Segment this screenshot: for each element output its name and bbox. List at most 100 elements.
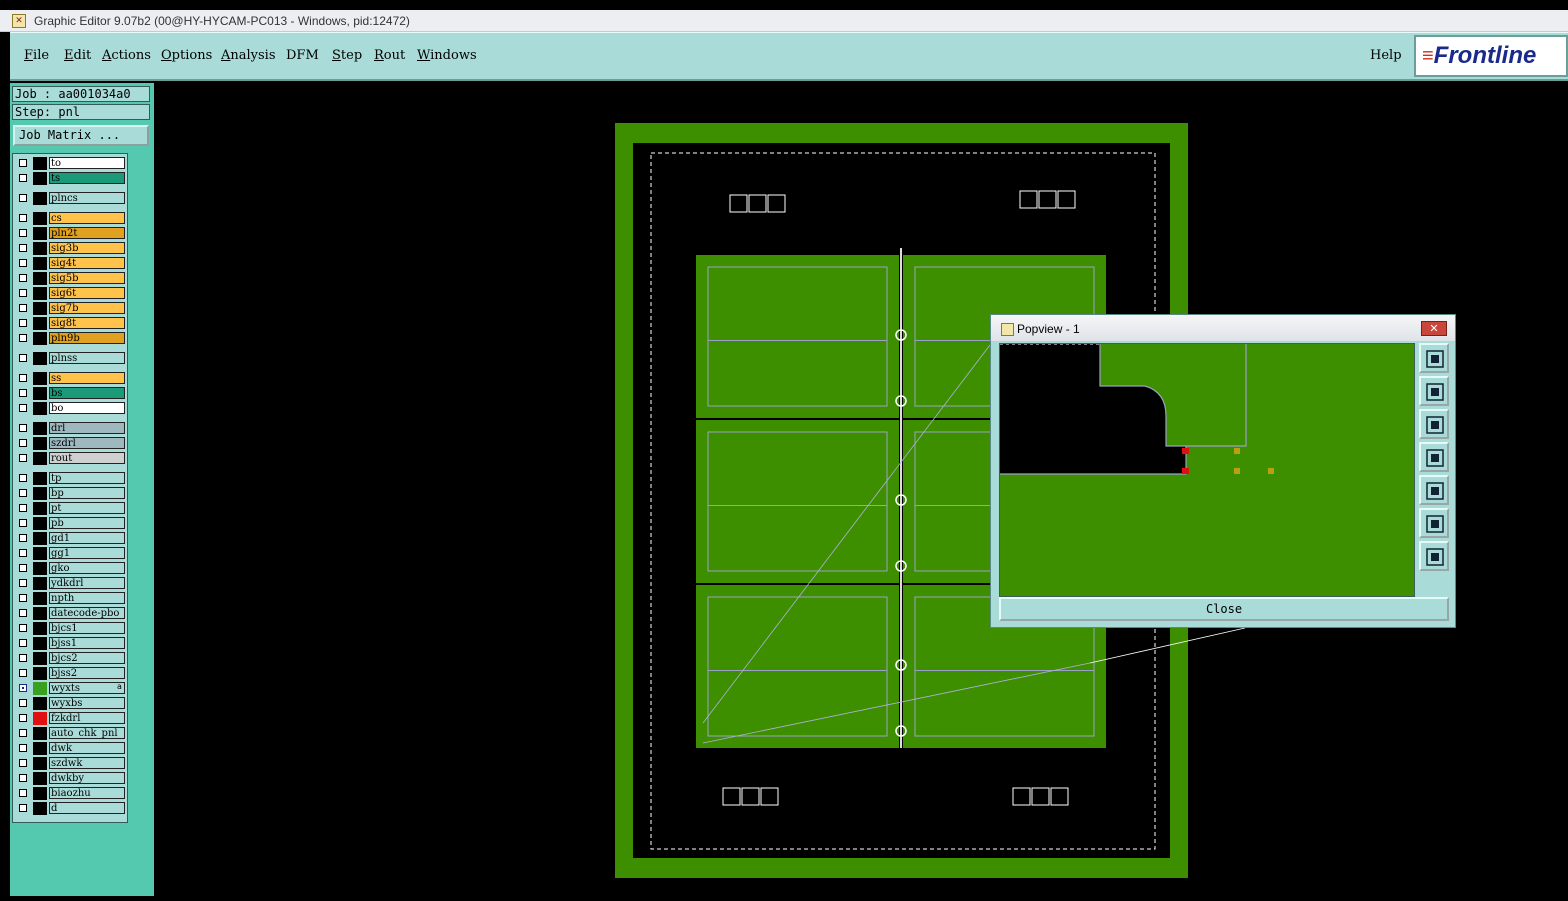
- layer-color-chip[interactable]: [33, 577, 47, 590]
- layer-color-chip[interactable]: [33, 502, 47, 515]
- layer-row-sig3b[interactable]: sig3b: [17, 242, 127, 255]
- menu-windows[interactable]: Windows: [417, 48, 477, 63]
- layer-name[interactable]: auto_chk_pnl: [49, 727, 125, 739]
- layer-name[interactable]: gko: [49, 562, 125, 574]
- move-right-icon[interactable]: [1419, 475, 1449, 505]
- layer-row-pb[interactable]: pb: [17, 517, 127, 530]
- layer-row-plnss[interactable]: plnss: [17, 352, 127, 365]
- layer-color-chip[interactable]: [33, 712, 47, 725]
- layer-name[interactable]: rout: [49, 452, 125, 464]
- layer-checkbox[interactable]: [19, 609, 27, 617]
- layer-color-chip[interactable]: [33, 652, 47, 665]
- layer-color-chip[interactable]: [33, 227, 47, 240]
- layer-row-pln9b[interactable]: pln9b: [17, 332, 127, 345]
- menu-options[interactable]: Options: [161, 48, 212, 63]
- layer-checkbox[interactable]: [19, 259, 27, 267]
- layer-checkbox[interactable]: [19, 474, 27, 482]
- layer-checkbox[interactable]: [19, 759, 27, 767]
- layer-name[interactable]: szdrl: [49, 437, 125, 449]
- layer-row-bp[interactable]: bp: [17, 487, 127, 500]
- layer-row-sig4t[interactable]: sig4t: [17, 257, 127, 270]
- layer-color-chip[interactable]: [33, 317, 47, 330]
- zoom-fit-icon[interactable]: [1419, 343, 1449, 373]
- layer-checkbox[interactable]: [19, 159, 27, 167]
- layer-row-szdwk[interactable]: szdwk: [17, 757, 127, 770]
- close-icon[interactable]: ✕: [1421, 321, 1447, 336]
- layer-name[interactable]: sig4t: [49, 257, 125, 269]
- layer-row-bo[interactable]: bo: [17, 402, 127, 415]
- layer-checkbox[interactable]: [19, 564, 27, 572]
- layer-name[interactable]: bo: [49, 402, 125, 414]
- layer-color-chip[interactable]: [33, 697, 47, 710]
- layer-color-chip[interactable]: [33, 547, 47, 560]
- layer-checkbox[interactable]: [19, 774, 27, 782]
- layer-color-chip[interactable]: [33, 157, 47, 170]
- layer-name[interactable]: sig5b: [49, 272, 125, 284]
- layer-color-chip[interactable]: [33, 802, 47, 815]
- layer-row-gd1[interactable]: gd1: [17, 532, 127, 545]
- layer-row-fzkdrl[interactable]: fzkdrl: [17, 712, 127, 725]
- layer-checkbox[interactable]: [19, 194, 27, 202]
- layer-row-tp[interactable]: tp: [17, 472, 127, 485]
- layer-name[interactable]: ts: [49, 172, 125, 184]
- layer-color-chip[interactable]: [33, 562, 47, 575]
- layer-name[interactable]: sig8t: [49, 317, 125, 329]
- layer-color-chip[interactable]: [33, 592, 47, 605]
- layer-checkbox[interactable]: [19, 404, 27, 412]
- move-left-icon[interactable]: [1419, 442, 1449, 472]
- layer-checkbox[interactable]: [19, 424, 27, 432]
- layer-name[interactable]: plnss: [49, 352, 125, 364]
- layer-row-bjcs2[interactable]: bjcs2: [17, 652, 127, 665]
- layer-color-chip[interactable]: [33, 742, 47, 755]
- layer-checkbox[interactable]: [19, 729, 27, 737]
- layer-row-d[interactable]: d: [17, 802, 127, 815]
- layer-row-sig5b[interactable]: sig5b: [17, 272, 127, 285]
- layer-row-wyxts[interactable]: wyxts a: [17, 682, 127, 695]
- layer-name[interactable]: fzkdrl: [49, 712, 125, 724]
- layer-row-bjss1[interactable]: bjss1: [17, 637, 127, 650]
- layer-row-dwkby[interactable]: dwkby: [17, 772, 127, 785]
- layer-name[interactable]: d: [49, 802, 125, 814]
- layer-color-chip[interactable]: [33, 352, 47, 365]
- layer-color-chip[interactable]: [33, 532, 47, 545]
- move-up-icon[interactable]: [1419, 376, 1449, 406]
- layer-row-bjss2[interactable]: bjss2: [17, 667, 127, 680]
- layer-checkbox[interactable]: [19, 274, 27, 282]
- layer-color-chip[interactable]: [33, 212, 47, 225]
- layer-color-chip[interactable]: [33, 727, 47, 740]
- layer-name[interactable]: sig6t: [49, 287, 125, 299]
- layer-checkbox[interactable]: [19, 214, 27, 222]
- layer-name[interactable]: bs: [49, 387, 125, 399]
- layer-row-pt[interactable]: pt: [17, 502, 127, 515]
- layer-row-bjcs1[interactable]: bjcs1: [17, 622, 127, 635]
- menu-actions[interactable]: Actions: [102, 48, 151, 63]
- layer-name[interactable]: ss: [49, 372, 125, 384]
- layer-checkbox[interactable]: [19, 489, 27, 497]
- layer-row-rout[interactable]: rout: [17, 452, 127, 465]
- layer-name[interactable]: pln9b: [49, 332, 125, 344]
- layer-color-chip[interactable]: [33, 472, 47, 485]
- layer-row-to[interactable]: to: [17, 157, 127, 170]
- menu-edit[interactable]: Edit: [64, 48, 91, 63]
- layer-color-chip[interactable]: [33, 302, 47, 315]
- layer-name[interactable]: szdwk: [49, 757, 125, 769]
- layer-checkbox[interactable]: [19, 174, 27, 182]
- layer-color-chip[interactable]: [33, 402, 47, 415]
- layer-checkbox[interactable]: [19, 304, 27, 312]
- layer-color-chip[interactable]: [33, 637, 47, 650]
- layer-checkbox[interactable]: [19, 549, 27, 557]
- layer-color-chip[interactable]: [33, 372, 47, 385]
- layer-name[interactable]: to: [49, 157, 125, 169]
- layer-checkbox[interactable]: [19, 804, 27, 812]
- layer-color-chip[interactable]: [33, 422, 47, 435]
- popview-zoom-area[interactable]: [999, 343, 1415, 597]
- layer-name[interactable]: gd1: [49, 532, 125, 544]
- layer-color-chip[interactable]: [33, 772, 47, 785]
- layer-color-chip[interactable]: [33, 622, 47, 635]
- layer-color-chip[interactable]: [33, 332, 47, 345]
- layer-row-bs[interactable]: bs: [17, 387, 127, 400]
- menu-dfm[interactable]: DFM: [286, 48, 319, 63]
- layer-checkbox[interactable]: [19, 374, 27, 382]
- layer-name[interactable]: bjss1: [49, 637, 125, 649]
- layer-name[interactable]: datecode-pbo: [49, 607, 125, 619]
